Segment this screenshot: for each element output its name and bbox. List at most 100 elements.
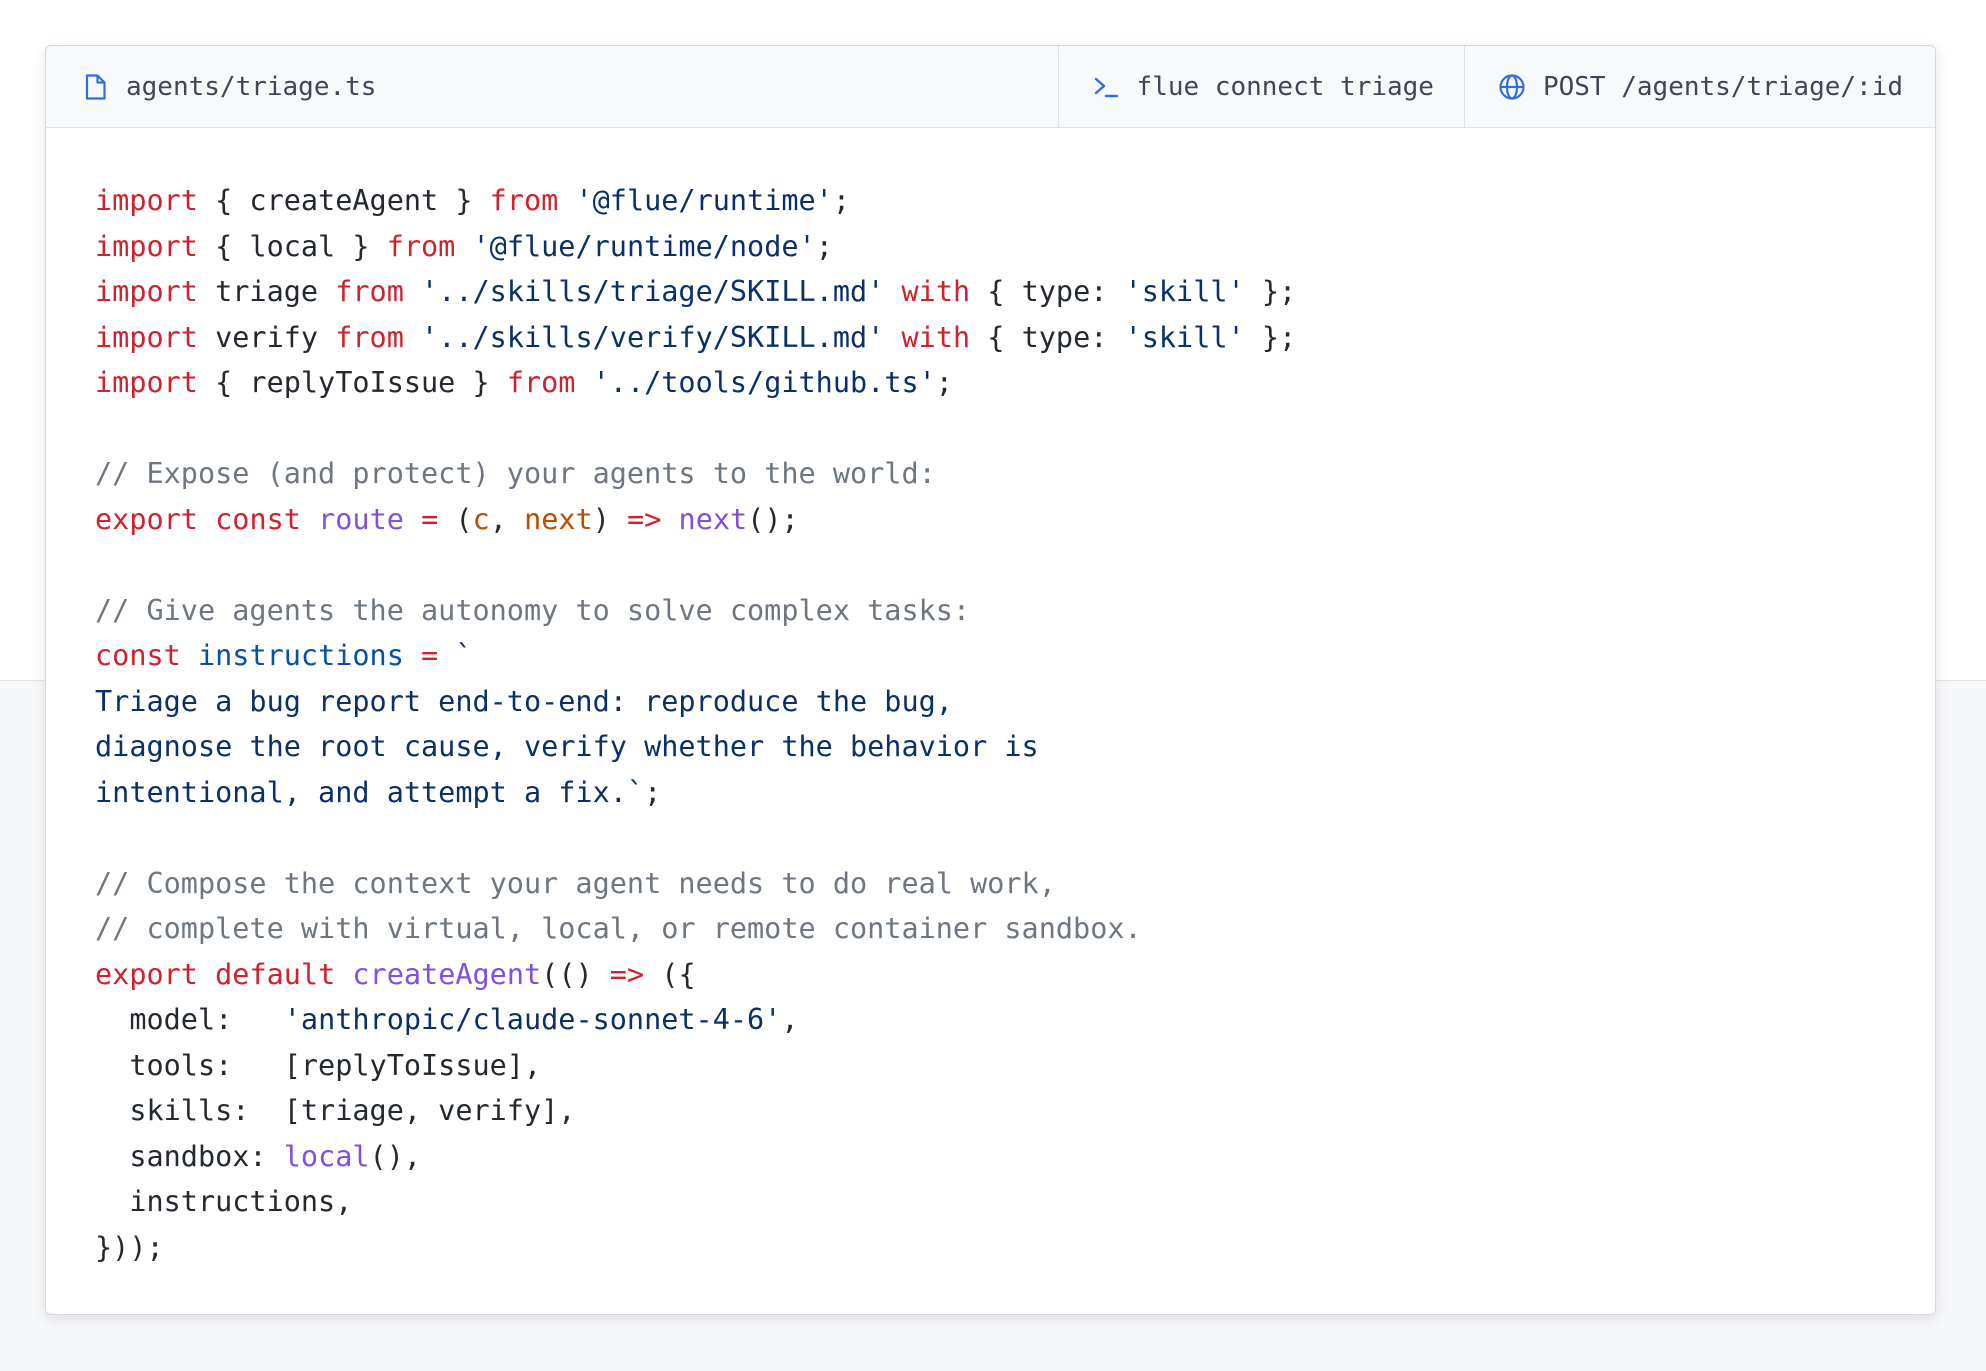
code-token-keyword: from	[335, 275, 404, 308]
code-line: }));	[95, 1225, 1935, 1271]
code-token-text: ,	[781, 1003, 799, 1036]
code-token-string: diagnose the root cause, verify whether …	[95, 730, 1039, 763]
code-token-text: verify	[197, 320, 336, 354]
code-token-text: };	[1244, 275, 1297, 308]
code-block: import { createAgent } from '@flue/runti…	[46, 128, 1935, 1270]
code-token-keyword: with	[901, 320, 971, 354]
code-token-keyword: import	[95, 320, 198, 354]
code-token-text: { type:	[970, 320, 1125, 354]
code-token-keyword: import	[95, 184, 198, 217]
code-line: // complete with virtual, local, or remo…	[95, 906, 1935, 952]
code-token-keyword: with	[901, 275, 971, 308]
code-token-text: { createAgent }	[197, 184, 490, 217]
tab-file-label: agents/triage.ts	[126, 71, 377, 102]
code-token-text: { type:	[970, 275, 1125, 308]
code-token-keyword: export	[95, 957, 198, 991]
code-token-comment: // Expose (and protect) your agents to t…	[95, 457, 936, 490]
code-token-keyword: const	[215, 502, 301, 536]
code-token-text: { replyToIssue }	[197, 366, 507, 399]
code-token-string: 'skill'	[1124, 320, 1245, 354]
code-line: Triage a bug report end-to-end: reproduc…	[95, 679, 1935, 725]
code-token-string: intentional, and attempt a fix.`	[95, 775, 645, 809]
code-line: import triage from '../skills/triage/SKI…	[95, 269, 1935, 315]
code-token-comment: // Compose the context your agent needs …	[95, 866, 1056, 900]
code-line: import { createAgent } from '@flue/runti…	[95, 178, 1935, 224]
code-token-function: createAgent	[352, 957, 542, 991]
code-token-keyword: default	[215, 957, 336, 991]
code-panel-header: agents/triage.ts flue connect triage POS…	[46, 46, 1935, 128]
code-token-keyword: import	[95, 366, 198, 399]
terminal-icon	[1091, 72, 1121, 102]
code-token-text: (	[438, 502, 473, 536]
code-token-text: ;	[815, 229, 833, 263]
code-token-keyword: from	[506, 366, 576, 399]
code-token-text: sandbox:	[95, 1139, 284, 1173]
code-token-text: instructions,	[95, 1185, 353, 1218]
code-token-text: (()	[541, 957, 610, 991]
code-token-function: local	[283, 1139, 370, 1173]
code-token-string: 'skill'	[1124, 275, 1245, 308]
code-token-text: };	[1244, 320, 1297, 354]
code-token-text: }));	[95, 1230, 164, 1264]
code-line: import { replyToIssue } from '../tools/g…	[95, 360, 1935, 406]
code-line: sandbox: local(),	[95, 1134, 1935, 1180]
code-token-keyword: =	[421, 502, 439, 536]
code-token-keyword: from	[386, 229, 456, 263]
code-token-string: 'anthropic/claude-sonnet-4-6'	[283, 1003, 782, 1036]
code-token-text: model:	[95, 1003, 284, 1036]
code-token-text: skills: [triage, verify],	[95, 1094, 576, 1127]
code-line: tools: [replyToIssue],	[95, 1043, 1935, 1089]
code-line: import verify from '../skills/verify/SKI…	[95, 315, 1935, 361]
code-token-text: )	[592, 502, 628, 536]
code-token-text: ;	[935, 366, 953, 399]
file-icon	[80, 72, 110, 102]
tab-command[interactable]: flue connect triage	[1057, 46, 1464, 127]
code-line: export const route = (c, next) => next()…	[95, 497, 1935, 543]
code-line: // Compose the context your agent needs …	[95, 861, 1935, 907]
code-line: // Give agents the autonomy to solve com…	[95, 588, 1935, 634]
code-token-string: '../skills/verify/SKILL.md'	[421, 320, 885, 354]
code-token-text: ;	[644, 775, 662, 809]
code-token-text: ({	[644, 957, 696, 991]
tab-command-label: flue connect triage	[1136, 71, 1434, 102]
code-token-string: '@flue/runtime/node'	[472, 229, 816, 263]
tab-endpoint[interactable]: POST /agents/triage/:id	[1463, 46, 1935, 127]
code-line: const instructions = `	[95, 633, 1935, 679]
code-token-parameter: c	[472, 502, 490, 536]
code-token-string: '../skills/triage/SKILL.md'	[421, 275, 885, 308]
code-token-function: next	[678, 502, 748, 536]
code-line: model: 'anthropic/claude-sonnet-4-6',	[95, 997, 1935, 1043]
tab-file[interactable]: agents/triage.ts	[46, 46, 1058, 127]
code-token-parameter: next	[524, 502, 593, 536]
code-token-text: ,	[489, 502, 525, 536]
code-token-comment: // Give agents the autonomy to solve com…	[95, 593, 971, 627]
code-token-text: ;	[832, 184, 851, 217]
code-token-keyword: export	[95, 502, 198, 536]
code-token-text: triage	[197, 275, 336, 308]
code-token-string: '@flue/runtime'	[575, 184, 833, 217]
code-token-text: ();	[747, 502, 799, 536]
code-token-keyword: =>	[627, 502, 662, 536]
tab-endpoint-label: POST /agents/triage/:id	[1542, 71, 1903, 102]
code-panel: agents/triage.ts flue connect triage POS…	[45, 45, 1936, 1315]
code-token-keyword: const	[95, 639, 181, 672]
code-line: // Expose (and protect) your agents to t…	[95, 451, 1935, 497]
code-token-keyword: from	[489, 184, 559, 217]
code-token-comment: // complete with virtual, local, or remo…	[95, 912, 1142, 945]
code-line: import { local } from '@flue/runtime/nod…	[95, 224, 1935, 270]
code-token-text: tools: [replyToIssue],	[95, 1048, 542, 1082]
